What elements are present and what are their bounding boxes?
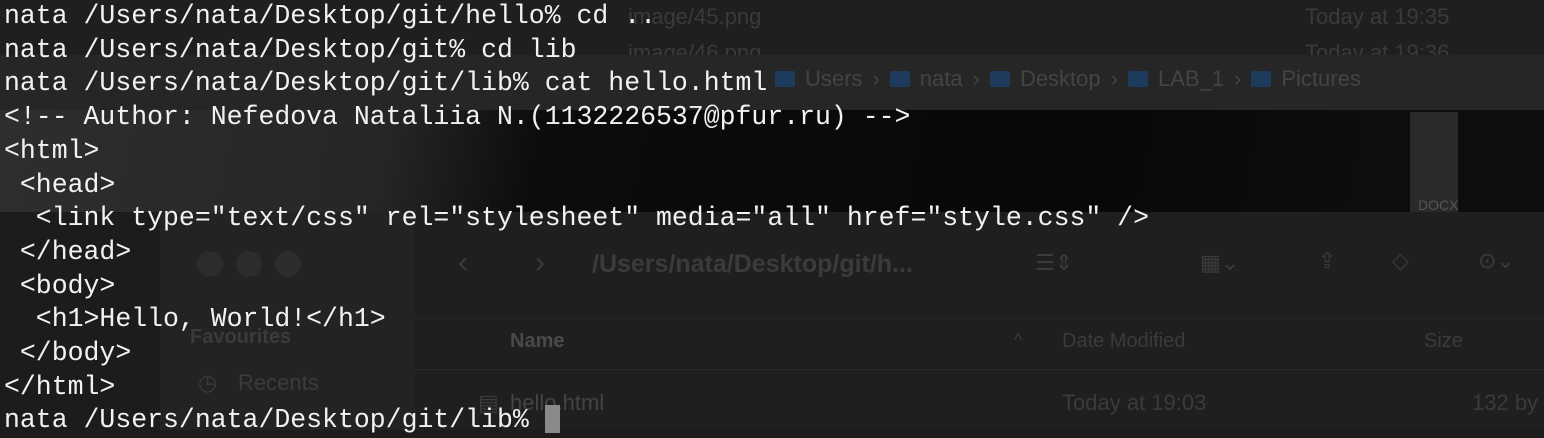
terminal-prompt: nata /Users/nata/Desktop/git/lib% [4,405,545,436]
share-icon[interactable]: ⇪ [1318,248,1336,274]
terminal-line: <link type="text/css" rel="stylesheet" m… [4,203,1149,234]
terminal-line: </head> [4,236,132,267]
terminal-line: nata /Users/nata/Desktop/git/hello% cd .… [4,1,657,31]
terminal-line: </html> [4,371,116,402]
terminal-line: <head> [4,169,116,200]
terminal-output[interactable]: nata /Users/nata/Desktop/git/hello% cd .… [4,0,1149,438]
column-size[interactable]: Size [1424,330,1463,353]
docx-label: DOCX [1418,197,1459,213]
group-icon[interactable]: ▦⌄ [1200,250,1239,276]
file-size: 132 by [1472,390,1539,415]
tag-icon[interactable]: ◇ [1392,248,1409,274]
folder-icon [1251,71,1272,87]
more-icon[interactable]: ⊙⌄ [1478,248,1515,274]
terminal-line: </body> [4,338,132,369]
terminal-line: <!-- Author: Nefedova Nataliia N.(113222… [4,102,911,133]
terminal-line: nata /Users/nata/Desktop/git/lib% cat he… [4,68,768,99]
terminal-prompt-line[interactable]: nata /Users/nata/Desktop/git/lib% [4,404,1149,438]
terminal-line: <html> [4,135,100,166]
breadcrumb-item[interactable]: LAB_1 [1158,66,1224,92]
breadcrumb-item[interactable]: Pictures [1281,66,1360,92]
file-date: Today at 19:35 [1305,4,1450,29]
terminal-line: nata /Users/nata/Desktop/git% cd lib [4,34,577,65]
text-cursor [544,405,560,434]
terminal-line: <h1>Hello, World!</h1> [4,304,386,335]
terminal-line: <body> [4,270,116,301]
